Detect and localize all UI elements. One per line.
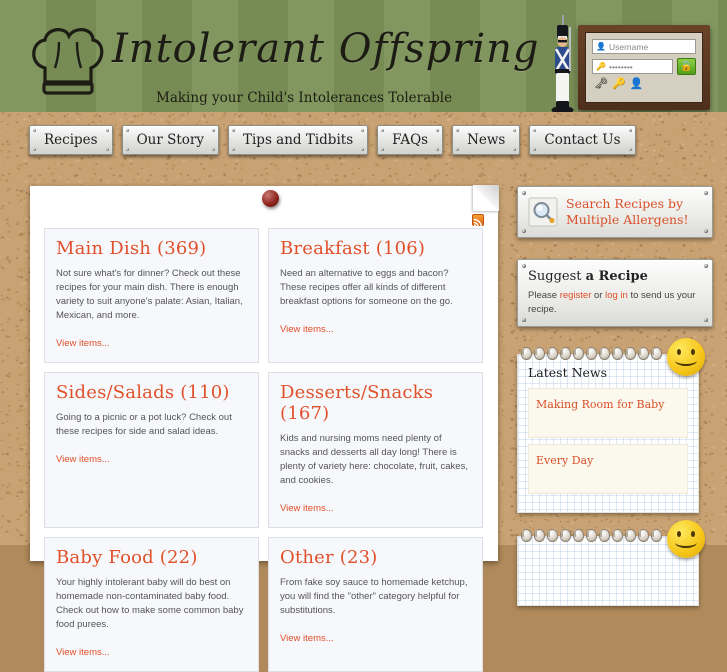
suggest-title-bold: a Recipe xyxy=(585,269,648,284)
card-title: Desserts/Snacks (167) xyxy=(280,382,434,424)
view-items-link[interactable]: View items... xyxy=(280,324,334,335)
nav-item-recipes[interactable]: Recipes xyxy=(29,125,113,155)
category-card[interactable]: Other (23) From fake soy sauce to homema… xyxy=(268,537,483,672)
register-user-icon[interactable]: 👤 xyxy=(630,79,644,90)
suggest-title: Suggest a Recipe xyxy=(528,269,702,284)
rss-icon[interactable] xyxy=(472,214,484,228)
view-items-link[interactable]: View items... xyxy=(280,633,334,644)
category-card-grid: Main Dish (369) Not sure what's for dinn… xyxy=(44,228,484,672)
username-placeholder: Username xyxy=(608,41,649,52)
nav-item-news[interactable]: News xyxy=(452,125,521,155)
secondary-notepad xyxy=(517,520,705,606)
category-card[interactable]: Sides/Salads (110) Going to a picnic or … xyxy=(44,372,259,528)
nav-item-faqs[interactable]: FAQs xyxy=(377,125,444,155)
news-item[interactable]: Making Room for Baby xyxy=(528,388,688,438)
magnifying-glass-icon xyxy=(528,197,558,227)
toy-soldier-icon xyxy=(551,15,574,114)
password-value: •••••••• xyxy=(608,61,633,72)
card-title: Sides/Salads (110) xyxy=(56,382,230,403)
suggest-recipe-box: Suggest a Recipe Please register or log … xyxy=(517,259,713,327)
nav-item-contact-us[interactable]: Contact Us xyxy=(529,125,636,155)
nav-label: Recipes xyxy=(44,132,98,148)
smiley-face-icon xyxy=(667,520,705,558)
news-item-link[interactable]: Every Day xyxy=(536,454,593,467)
view-items-link[interactable]: View items... xyxy=(56,647,110,658)
card-body: Your highly intolerant baby will do best… xyxy=(56,577,244,630)
user-icon: 👤 xyxy=(596,42,606,51)
news-item[interactable]: Every Day xyxy=(528,444,688,494)
view-items-link[interactable]: View items... xyxy=(280,503,334,514)
category-card[interactable]: Breakfast (106) Need an alternative to e… xyxy=(268,228,483,363)
card-title: Other (23) xyxy=(280,547,378,568)
latest-news-heading: Latest News xyxy=(528,365,608,380)
suggest-text: Please register or log in to send us you… xyxy=(528,289,702,317)
card-title: Baby Food (22) xyxy=(56,547,198,568)
login-helper-icons: 🗝 🔑 👤 xyxy=(592,79,696,90)
card-body: Need an alternative to eggs and bacon? T… xyxy=(280,268,453,307)
register-link[interactable]: register xyxy=(560,290,592,301)
key-icon: 🔑 xyxy=(596,62,606,71)
right-sidebar: Search Recipes by Multiple Allergens! Su… xyxy=(517,186,713,606)
view-items-link[interactable]: View items... xyxy=(56,338,110,349)
search-recipes-button[interactable]: Search Recipes by Multiple Allergens! xyxy=(517,186,713,238)
nav-label: Our Story xyxy=(136,132,204,148)
nav-label: FAQs xyxy=(392,132,429,148)
suggest-text-mid: or xyxy=(591,290,606,301)
category-card[interactable]: Baby Food (22) Your highly intolerant ba… xyxy=(44,537,259,672)
site-tagline: Making your Child's Intolerances Tolerab… xyxy=(156,90,453,106)
latest-news-notepad: Latest News Making Room for Baby Every D… xyxy=(517,338,705,513)
suggest-text-before: Please xyxy=(528,290,560,301)
view-items-link[interactable]: View items... xyxy=(56,454,110,465)
card-body: Going to a picnic or a pot luck? Check o… xyxy=(56,412,232,437)
chef-hat-icon xyxy=(32,28,104,95)
suggest-title-light: Suggest xyxy=(528,269,586,284)
card-title: Main Dish (369) xyxy=(56,238,207,259)
forgot-username-icon[interactable]: 🔑 xyxy=(612,79,626,90)
main-navigation: Recipes Our Story Tips and Tidbits FAQs … xyxy=(0,125,727,159)
nav-label: Contact Us xyxy=(544,132,621,148)
lock-icon: 🔒 xyxy=(680,61,693,72)
search-label-line2: Multiple Allergens! xyxy=(566,212,689,227)
main-content-panel: Main Dish (369) Not sure what's for dinn… xyxy=(30,185,499,672)
password-input[interactable]: 🔑 •••••••• xyxy=(592,59,673,74)
site-title: Intolerant Offspring xyxy=(112,26,540,72)
nav-label: News xyxy=(467,132,506,148)
card-body: Not sure what's for dinner? Check out th… xyxy=(56,268,243,321)
category-card[interactable]: Main Dish (369) Not sure what's for dinn… xyxy=(44,228,259,363)
card-title: Breakfast (106) xyxy=(280,238,426,259)
login-link[interactable]: log in xyxy=(605,290,628,301)
news-item-link[interactable]: Making Room for Baby xyxy=(536,398,664,411)
pushpin-icon xyxy=(262,190,279,207)
username-input[interactable]: 👤 Username xyxy=(592,39,696,54)
nav-item-tips-and-tidbits[interactable]: Tips and Tidbits xyxy=(227,125,369,155)
card-body: Kids and nursing moms need plenty of sna… xyxy=(280,433,468,486)
card-body: From fake soy sauce to homemade ketchup,… xyxy=(280,577,468,616)
smiley-face-icon xyxy=(667,338,705,376)
forgot-password-icon[interactable]: 🗝 xyxy=(594,79,608,90)
nav-item-our-story[interactable]: Our Story xyxy=(121,125,219,155)
login-panel: 👤 Username 🔑 •••••••• 🔒 🗝 🔑 👤 xyxy=(578,25,710,110)
category-card[interactable]: Desserts/Snacks (167) Kids and nursing m… xyxy=(268,372,483,528)
search-label-line1: Search Recipes by xyxy=(566,196,684,211)
nav-label: Tips and Tidbits xyxy=(242,132,354,148)
login-submit-button[interactable]: 🔒 xyxy=(677,58,696,75)
